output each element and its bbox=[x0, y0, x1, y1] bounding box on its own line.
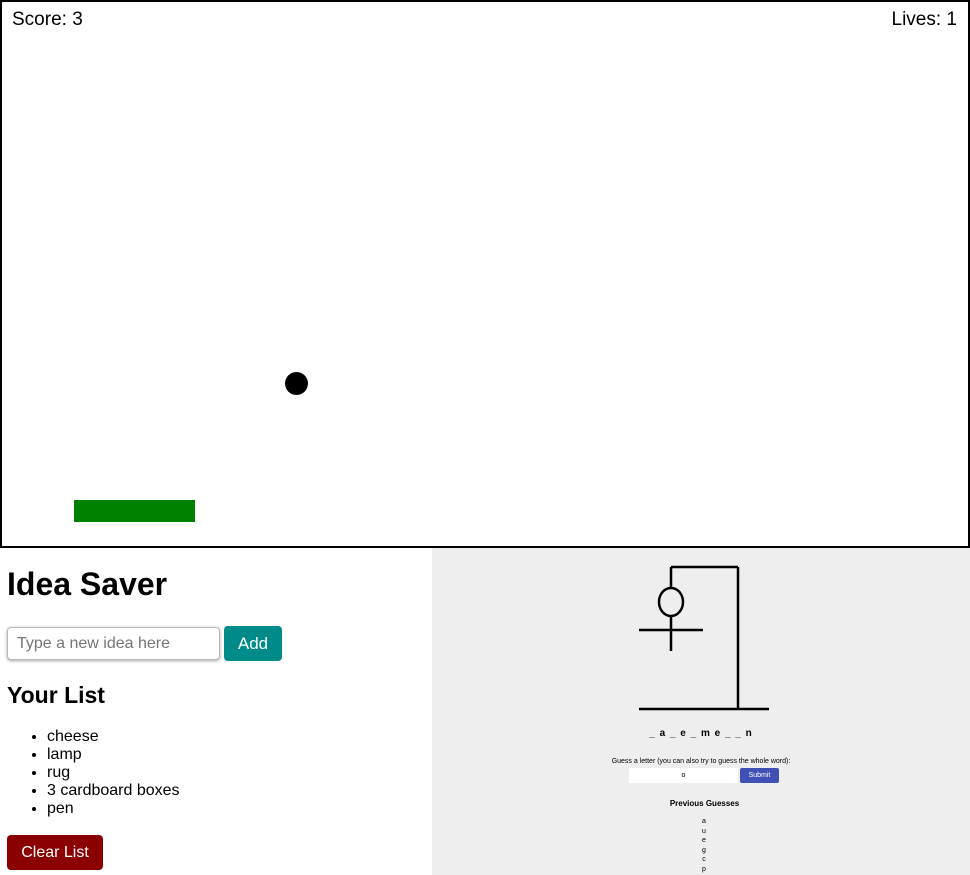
list-item: rug bbox=[47, 764, 180, 782]
previous-guesses-list: a u e g c p bbox=[694, 817, 714, 874]
idea-saver-panel: Idea Saver Add Your List cheese lamp rug… bbox=[0, 548, 432, 875]
idea-list: cheese lamp rug 3 cardboard boxes pen bbox=[7, 728, 180, 818]
list-title: Your List bbox=[7, 682, 105, 708]
word-display: _ a _ e _ m e _ _ n bbox=[649, 728, 753, 739]
list-item: g bbox=[702, 846, 706, 854]
list-item: 3 cardboard boxes bbox=[47, 782, 180, 800]
guess-input[interactable] bbox=[629, 768, 738, 783]
figure-head bbox=[657, 586, 685, 618]
lives-display: Lives: 1 bbox=[891, 9, 957, 30]
idea-saver-title: Idea Saver bbox=[7, 566, 168, 602]
submit-button[interactable]: Submit bbox=[740, 768, 779, 783]
list-item: u bbox=[702, 827, 706, 835]
hangman-drawing bbox=[639, 565, 769, 711]
paddle[interactable] bbox=[74, 500, 195, 522]
add-button[interactable]: Add bbox=[224, 626, 282, 661]
ball bbox=[285, 372, 308, 395]
list-item: pen bbox=[47, 800, 180, 818]
score-display: Score: 3 bbox=[12, 9, 83, 30]
list-item: c bbox=[702, 856, 706, 863]
list-item: cheese bbox=[47, 728, 180, 746]
previous-guesses-title: Previous Guesses bbox=[669, 799, 740, 808]
hangman-panel: _ a _ e _ m e _ _ n Guess a letter (you … bbox=[432, 548, 970, 875]
list-item: lamp bbox=[47, 746, 180, 764]
guess-prompt: Guess a letter (you can also try to gues… bbox=[611, 758, 791, 765]
game-canvas[interactable]: Score: 3 Lives: 1 bbox=[0, 0, 970, 548]
list-item: a bbox=[702, 818, 706, 825]
new-idea-input[interactable] bbox=[7, 627, 220, 660]
clear-list-button[interactable]: Clear List bbox=[7, 835, 103, 870]
list-item: e bbox=[702, 837, 706, 844]
list-item: p bbox=[702, 865, 706, 873]
